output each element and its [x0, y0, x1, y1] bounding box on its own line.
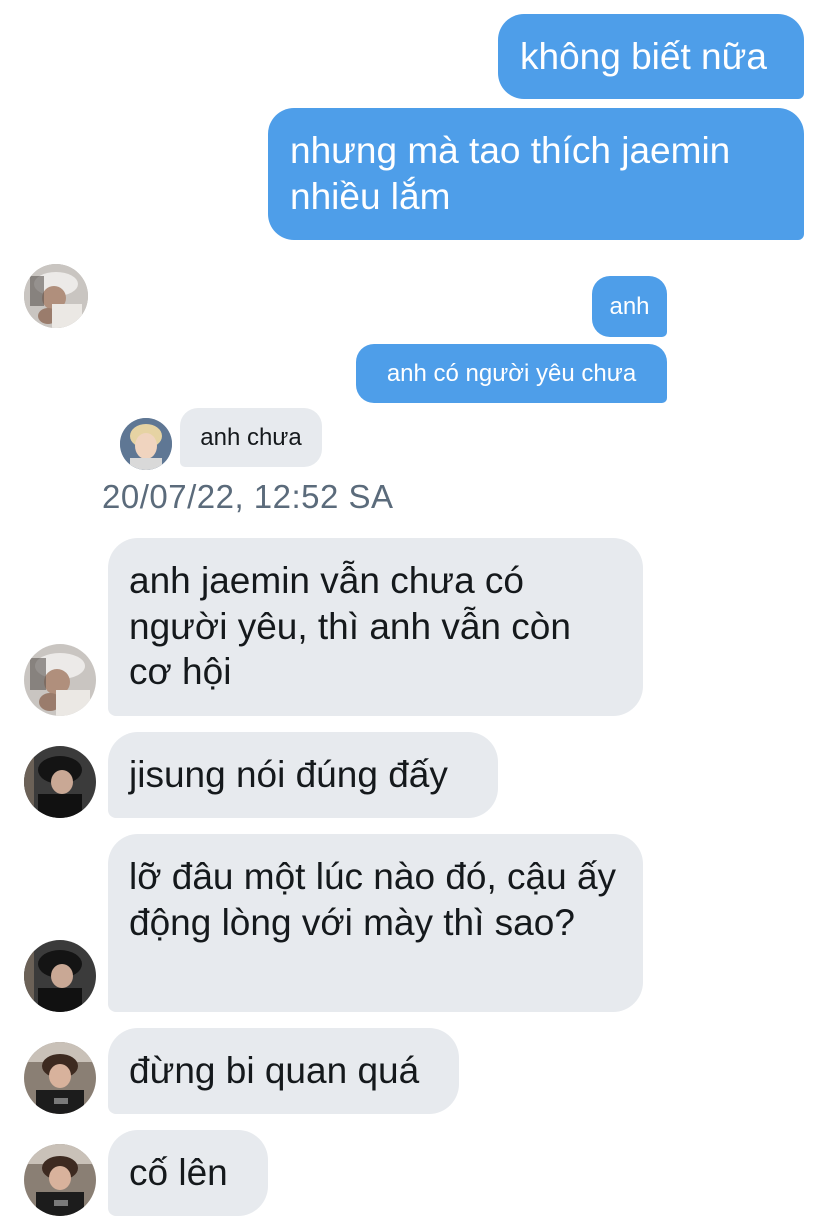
user-avatar[interactable]: [24, 264, 88, 328]
message-text: đừng bi quan quá: [129, 1050, 420, 1091]
message-text: không biết nữa: [520, 36, 767, 77]
message-text: lỡ đâu một lúc nào đó, cậu ấy động lòng …: [129, 856, 617, 943]
incoming-message[interactable]: anh jaemin vẫn chưa có người yêu, thì an…: [108, 538, 643, 716]
user-avatar[interactable]: [120, 418, 172, 470]
outgoing-message[interactable]: anh có người yêu chưa: [356, 344, 667, 403]
avatar-photo-icon: [24, 746, 96, 818]
message-text: nhưng mà tao thích jaemin nhiều lắm: [290, 130, 731, 217]
incoming-message[interactable]: jisung nói đúng đấy: [108, 732, 498, 818]
avatar-photo-icon: [120, 418, 172, 470]
outgoing-message[interactable]: anh: [592, 276, 667, 337]
avatar-photo-icon: [24, 1144, 96, 1216]
message-text: anh có người yêu chưa: [386, 359, 637, 387]
user-avatar[interactable]: [24, 644, 96, 716]
user-avatar[interactable]: [24, 1144, 96, 1216]
outgoing-message[interactable]: nhưng mà tao thích jaemin nhiều lắm: [268, 108, 804, 240]
message-timestamp: 20/07/22, 12:52 SA: [102, 478, 394, 515]
message-text: anh jaemin vẫn chưa có người yêu, thì an…: [129, 560, 571, 692]
avatar-photo-icon: [24, 644, 96, 716]
message-text: cố lên: [129, 1152, 228, 1193]
message-text: jisung nói đúng đấy: [129, 754, 448, 795]
avatar-photo-icon: [24, 264, 88, 328]
message-text: anh chưa: [200, 423, 302, 451]
incoming-message[interactable]: lỡ đâu một lúc nào đó, cậu ấy động lòng …: [108, 834, 643, 1012]
user-avatar[interactable]: [24, 746, 96, 818]
avatar-photo-icon: [24, 1042, 96, 1114]
user-avatar[interactable]: [24, 1042, 96, 1114]
message-text: anh: [609, 292, 650, 320]
user-avatar[interactable]: [24, 940, 96, 1012]
avatar-photo-icon: [24, 940, 96, 1012]
outgoing-message[interactable]: không biết nữa: [498, 14, 804, 99]
incoming-message[interactable]: cố lên: [108, 1130, 268, 1216]
incoming-message[interactable]: anh chưa: [180, 408, 322, 467]
incoming-message[interactable]: đừng bi quan quá: [108, 1028, 459, 1114]
